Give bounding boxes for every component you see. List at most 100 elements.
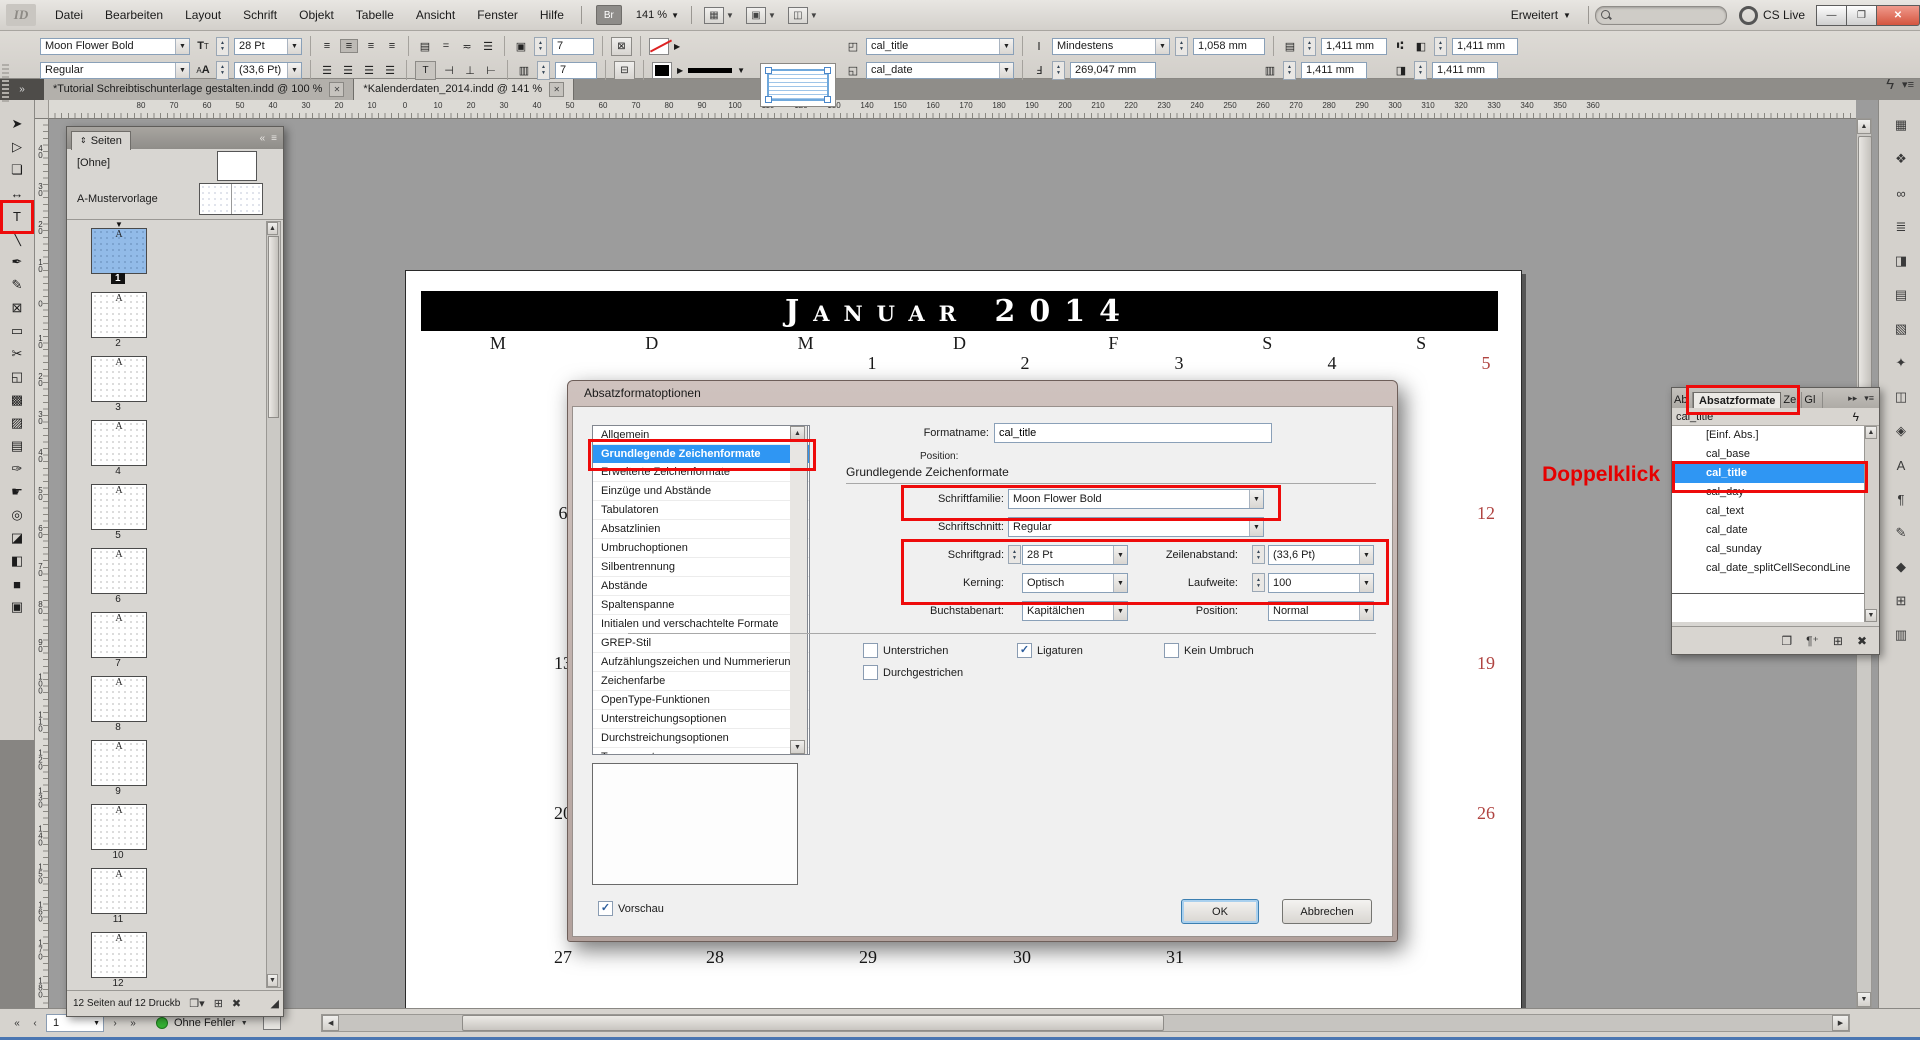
master-none-thumbnail[interactable] (217, 151, 257, 181)
new-spread-icon[interactable]: ❐▾ (189, 997, 204, 1010)
first-baseline-field[interactable]: 1,058 mm (1193, 38, 1265, 55)
dialog-section-spaltenspanne[interactable]: Spaltenspanne (593, 596, 809, 615)
quick-apply-icon[interactable]: ϟ (1853, 410, 1859, 424)
gradient-swatch-tool[interactable]: ▩ (6, 390, 28, 410)
tab-absatzformate[interactable]: Absatzformate (1693, 392, 1781, 409)
page-thumbnail[interactable]: A (91, 484, 147, 530)
note-tool[interactable]: ▤ (6, 436, 28, 456)
style-group-icon[interactable]: ❐ (1781, 634, 1792, 648)
page-item-1[interactable]: A▼1 (67, 220, 267, 284)
laufweite-stepper[interactable]: ▲▼ (1252, 573, 1265, 592)
leading-stepper[interactable]: ▲▼ (216, 61, 229, 80)
page-item-3[interactable]: A3 (67, 348, 267, 412)
frame-width-field[interactable]: 269,047 mm (1070, 62, 1156, 79)
links-panel-icon[interactable]: ∞ (1886, 180, 1916, 206)
previous-page-button[interactable]: ‹ (26, 1015, 44, 1031)
page-item-12[interactable]: A12 (67, 924, 267, 988)
quick-apply-icon[interactable]: ϟ (1886, 76, 1894, 93)
kerning-combo[interactable]: Optisch▼ (1022, 573, 1128, 593)
last-page-button[interactable]: » (124, 1015, 142, 1031)
justify-right-icon[interactable]: ☰ (361, 64, 377, 77)
page-thumbnail[interactable]: A (91, 676, 147, 722)
screen-mode-button[interactable]: ▣▼ (746, 7, 776, 24)
panel-collapse-icon[interactable]: ▸▸ (1848, 393, 1857, 404)
skew-icon[interactable]: ⊢ (483, 64, 499, 77)
dialog-section-opentype-funktionen[interactable]: OpenType-Funktionen (593, 691, 809, 710)
menu-item-ansicht[interactable]: Ansicht (405, 0, 466, 30)
color-panel-icon[interactable]: ◨ (1886, 248, 1916, 274)
align-bottom-icon[interactable]: ≂ (459, 40, 475, 53)
pages-scrollbar-thumb[interactable] (268, 236, 279, 418)
formatname-input[interactable] (994, 423, 1272, 443)
inset-left-stepper[interactable]: ▲▼ (1434, 37, 1447, 56)
menu-item-schrift[interactable]: Schrift (232, 0, 288, 30)
page-item-11[interactable]: A11 (67, 860, 267, 924)
free-transform-tool[interactable]: ◱ (6, 367, 28, 387)
line-tool[interactable]: ╲ (6, 229, 28, 249)
apply-gradient-button[interactable]: ▣ (6, 597, 28, 617)
menu-item-bearbeiten[interactable]: Bearbeiten (94, 0, 174, 30)
dialog-section-zeichenfarbe[interactable]: Zeichenfarbe (593, 672, 809, 691)
delete-page-icon[interactable]: ✖ (232, 997, 241, 1010)
page-item-9[interactable]: A9 (67, 732, 267, 796)
page-thumbnail[interactable]: A (91, 548, 147, 594)
center-vertical-icon[interactable]: = (438, 40, 454, 52)
dialog-section-initialen-und-verschachtelte-formate[interactable]: Initialen und verschachtelte Formate (593, 615, 809, 634)
page-item-2[interactable]: A2 (67, 284, 267, 348)
hyphenate-button[interactable]: ⊟ (614, 61, 635, 80)
style-item-cal-title[interactable]: cal_title (1672, 464, 1865, 483)
zeilenabstand-stepper[interactable]: ▲▼ (1252, 545, 1265, 564)
schriftgrad-combo[interactable]: 28 Pt▼ (1022, 545, 1128, 565)
zoom-level-dropdown[interactable]: 141 % ▼ (630, 9, 685, 21)
close-icon[interactable]: ✕ (549, 82, 564, 97)
first-baseline-stepper[interactable]: ▲▼ (1175, 37, 1188, 56)
checkbox-unterstrichen[interactable]: Unterstrichen (863, 643, 948, 658)
workspace-switcher[interactable]: Erweitert ▼ (1500, 0, 1582, 30)
new-style-icon[interactable]: ⊞ (1833, 634, 1843, 648)
span-columns-stepper[interactable]: ▲▼ (537, 61, 550, 80)
dialog-section-allgemein[interactable]: Allgemein (593, 426, 809, 445)
scroll-down-icon[interactable]: ▼ (790, 740, 805, 754)
page-item-4[interactable]: A4 (67, 412, 267, 476)
arrange-documents-button[interactable]: ◫▼ (788, 7, 818, 24)
justify-icon[interactable]: ≡ (384, 40, 400, 52)
pen-tool[interactable]: ✒ (6, 252, 28, 272)
gradient-feather-tool[interactable]: ▨ (6, 413, 28, 433)
style-item-cal-base[interactable]: cal_base (1672, 445, 1865, 464)
page-item-5[interactable]: A5 (67, 476, 267, 540)
dialog-section-einz-ge-und-abst-nde[interactable]: Einzüge und Abstände (593, 482, 809, 501)
page-thumbnail[interactable]: A (91, 292, 147, 338)
layers-panel-icon[interactable]: ❖ (1886, 146, 1916, 172)
inset-left-field[interactable]: 1,411 mm (1452, 38, 1518, 55)
horizontal-ruler[interactable]: 8070605040302010010203040506070809010011… (48, 100, 1856, 119)
direct-selection-tool[interactable]: ▷ (6, 137, 28, 157)
justify-left-icon[interactable]: ☰ (319, 64, 335, 77)
tab-glyphen[interactable]: Gl (1802, 392, 1823, 408)
dialog-section-umbruchoptionen[interactable]: Umbruchoptionen (593, 539, 809, 558)
leading-combo[interactable]: (33,6 Pt)▼ (234, 62, 302, 79)
menu-item-fenster[interactable]: Fenster (466, 0, 529, 30)
rectangle-tool[interactable]: ▭ (6, 321, 28, 341)
checkbox-kein-umbruch[interactable]: Kein Umbruch (1164, 643, 1254, 658)
vertical-justification-combo[interactable]: Mindestens▼ (1052, 38, 1170, 55)
font-style-combo[interactable]: Regular▼ (40, 62, 190, 79)
scroll-down-icon[interactable]: ▼ (1865, 609, 1877, 622)
resize-grip[interactable]: ◢ (271, 997, 279, 1010)
pages-panel-tab[interactable]: ⇕ Seiten (71, 131, 131, 150)
close-icon[interactable]: ✕ (329, 82, 344, 97)
page-item-6[interactable]: A6 (67, 540, 267, 604)
pencil-tool[interactable]: ✎ (6, 275, 28, 295)
page-thumbnail[interactable]: A (91, 612, 147, 658)
align-top-icon[interactable]: ▤ (417, 40, 433, 53)
inset-right-field[interactable]: 1,411 mm (1432, 62, 1498, 79)
gradient-panel-icon[interactable]: ▧ (1886, 316, 1916, 342)
effects-panel-icon[interactable]: ✦ (1886, 350, 1916, 376)
text-direction-button[interactable]: T (415, 61, 436, 80)
buchstabenart-combo[interactable]: Kapitälchen▼ (1022, 601, 1128, 621)
schriftfamilie-combo[interactable]: Moon Flower Bold▼ (1008, 489, 1264, 509)
scroll-down-icon[interactable]: ▼ (1857, 992, 1871, 1007)
link-insets-icon[interactable]: ⑆ (1392, 40, 1408, 52)
first-page-button[interactable]: « (8, 1015, 26, 1031)
stroke-weight-preview[interactable] (688, 68, 732, 73)
scroll-up-icon[interactable]: ▲ (267, 222, 278, 235)
